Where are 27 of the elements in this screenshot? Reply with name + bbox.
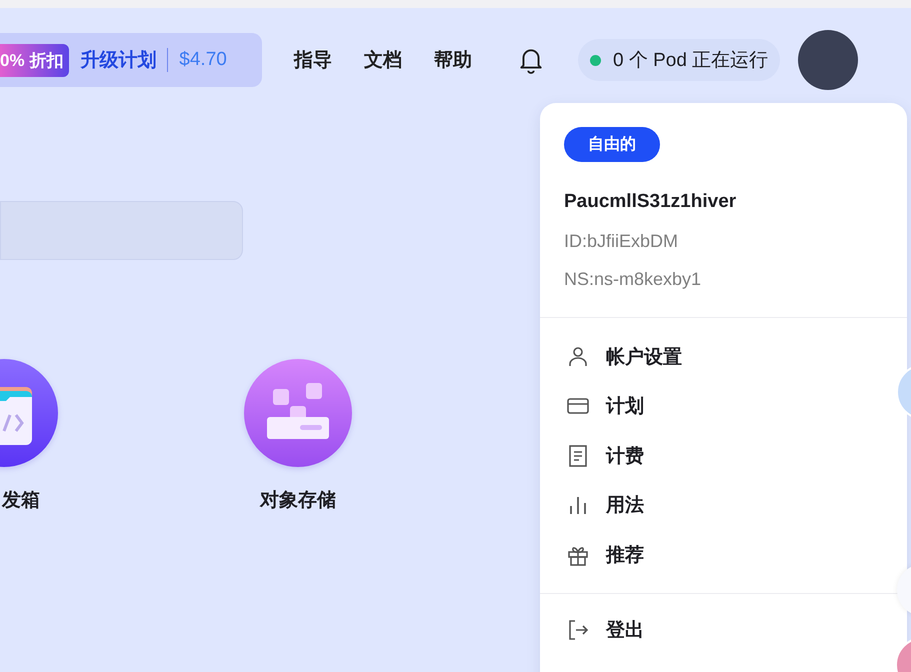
menu-item[interactable]: 用法 bbox=[540, 480, 883, 530]
logout-menu-item[interactable]: 登出 bbox=[540, 606, 883, 655]
menu-item[interactable]: 计划 bbox=[540, 382, 883, 431]
receipt-icon bbox=[567, 444, 589, 467]
nav-link[interactable]: 帮助 bbox=[434, 47, 472, 73]
menu-item[interactable]: 帐户设置 bbox=[540, 332, 883, 382]
nav-link[interactable]: 指导 bbox=[294, 47, 332, 73]
nav-link[interactable]: 文档 bbox=[364, 47, 402, 73]
discount-badge: 0% 折扣 bbox=[0, 44, 70, 76]
logout-icon bbox=[567, 619, 589, 642]
pod-status-pill[interactable]: 0 个 Pod 正在运行 bbox=[578, 39, 780, 81]
app-label[interactable]: 对象存储 bbox=[260, 487, 336, 513]
status-dot-icon bbox=[590, 54, 601, 66]
storage-drawer-icon[interactable] bbox=[244, 359, 352, 467]
balance-amount: $4.70 bbox=[179, 49, 227, 71]
menu-item[interactable]: 推荐 bbox=[540, 530, 883, 580]
username: PaucmllS31z1hiver bbox=[564, 191, 736, 213]
upgrade-plan-label: 升级计划 bbox=[80, 48, 156, 73]
user-id: ID:bJfiiExbDM bbox=[564, 231, 678, 252]
bar-chart-icon bbox=[567, 494, 589, 516]
namespace-id: NS:ns-m8kexby1 bbox=[564, 269, 702, 290]
pod-status-text: 0 个 Pod 正在运行 bbox=[613, 49, 768, 73]
plan-badge: 自由的 bbox=[564, 127, 660, 162]
user-icon bbox=[567, 346, 589, 368]
app-label[interactable]: 发箱 bbox=[2, 487, 40, 513]
upgrade-plan-pill[interactable]: 0% 折扣 升级计划 $4.70 bbox=[0, 33, 262, 87]
menu-item[interactable]: 计费 bbox=[540, 431, 883, 480]
